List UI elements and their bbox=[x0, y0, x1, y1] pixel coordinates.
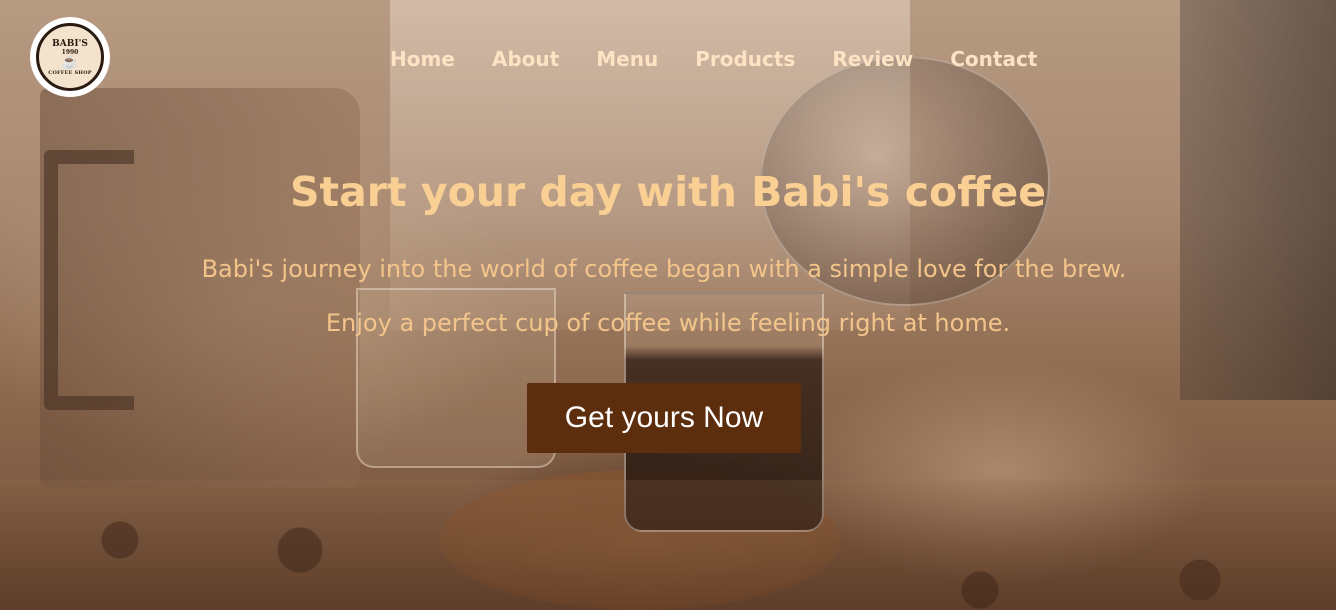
logo-name: BABI'S bbox=[52, 38, 88, 49]
hero-tagline: Enjoy a perfect cup of coffee while feel… bbox=[325, 309, 1011, 337]
nav-menu[interactable]: Menu bbox=[596, 45, 658, 73]
get-yours-now-button[interactable]: Get yours Now bbox=[527, 383, 801, 453]
hero-title: Start your day with Babi's coffee bbox=[289, 168, 1047, 216]
logo-shop: COFFEE SHOP bbox=[48, 69, 92, 76]
nav-home[interactable]: Home bbox=[390, 45, 455, 73]
nav-about[interactable]: About bbox=[492, 45, 559, 73]
hero-description: Babi's journey into the world of coffee … bbox=[201, 255, 1127, 283]
nav-products[interactable]: Products bbox=[695, 45, 795, 73]
nav-contact[interactable]: Contact bbox=[950, 45, 1037, 73]
brand-logo[interactable]: BABI'S 1990 ☕ COFFEE SHOP bbox=[30, 17, 110, 97]
main-nav: Home About Menu Products Review Contact bbox=[390, 45, 1037, 73]
background-coffee-beans bbox=[0, 480, 1336, 610]
hero-section: BABI'S 1990 ☕ COFFEE SHOP Home About Men… bbox=[0, 0, 1336, 610]
coffee-cup-icon: ☕ bbox=[61, 54, 79, 70]
logo-badge: BABI'S 1990 ☕ COFFEE SHOP bbox=[36, 23, 104, 91]
nav-review[interactable]: Review bbox=[832, 45, 913, 73]
